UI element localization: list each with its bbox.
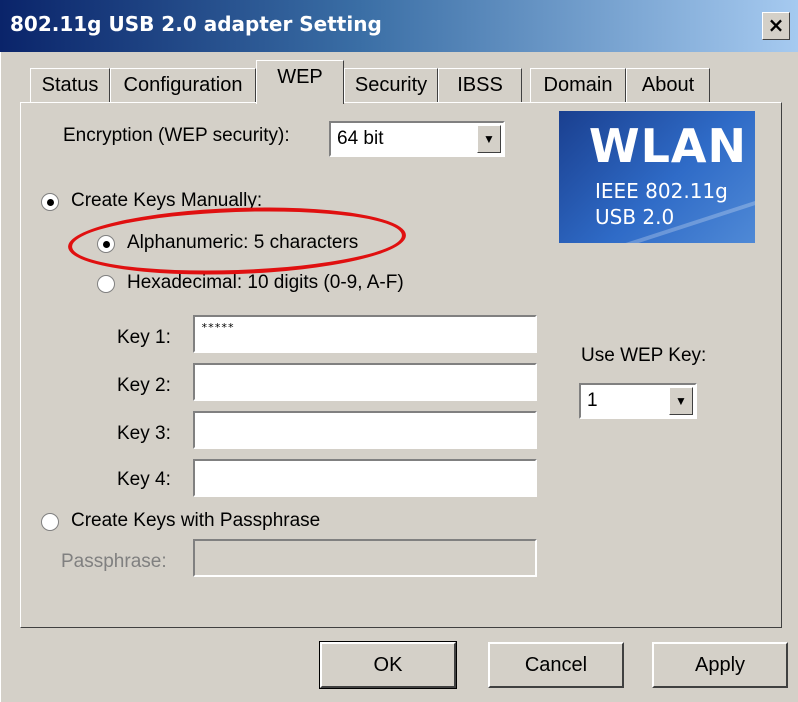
logo-line-1: IEEE 802.11g (595, 179, 728, 203)
use-wep-key-value: 1 (587, 390, 598, 411)
key-1-label: Key 1: (117, 327, 171, 348)
tab-domain[interactable]: Domain (530, 68, 626, 102)
passphrase-field (193, 539, 537, 577)
tab-status[interactable]: Status (30, 68, 110, 102)
encryption-select[interactable]: 64 bit ▼ (329, 121, 505, 157)
hexadecimal-label: Hexadecimal: 10 digits (0-9, A-F) (127, 272, 404, 293)
apply-button[interactable]: Apply (652, 642, 788, 688)
tab-security[interactable]: Security (344, 68, 438, 102)
radio-alphanumeric[interactable] (97, 235, 115, 253)
chevron-down-icon[interactable]: ▼ (669, 387, 693, 415)
encryption-value: 64 bit (337, 128, 384, 149)
radio-create-keys-passphrase[interactable] (41, 513, 59, 531)
passphrase-label: Passphrase: (61, 551, 167, 572)
wep-tab-panel: Encryption (WEP security): 64 bit ▼ WLAN… (20, 102, 782, 628)
wlan-logo: WLAN IEEE 802.11g USB 2.0 (559, 111, 755, 243)
cancel-button[interactable]: Cancel (488, 642, 624, 688)
close-button[interactable]: × (762, 12, 790, 40)
key-4-label: Key 4: (117, 469, 171, 490)
tab-wep[interactable]: WEP (256, 60, 344, 104)
use-wep-key-label: Use WEP Key: (581, 345, 707, 366)
key-2-field[interactable] (193, 363, 537, 401)
window-title: 802.11g USB 2.0 adapter Setting (10, 12, 382, 36)
tab-configuration[interactable]: Configuration (110, 68, 256, 102)
radio-hexadecimal[interactable] (97, 275, 115, 293)
create-keys-manually-label: Create Keys Manually: (71, 190, 263, 211)
logo-brand: WLAN (588, 119, 747, 173)
ok-button[interactable]: OK (319, 641, 457, 689)
chevron-down-icon[interactable]: ▼ (477, 125, 501, 153)
tab-about[interactable]: About (626, 68, 710, 102)
encryption-label: Encryption (WEP security): (63, 125, 290, 146)
key-4-field[interactable] (193, 459, 537, 497)
tab-ibss[interactable]: IBSS (438, 68, 522, 102)
use-wep-key-select[interactable]: 1 ▼ (579, 383, 697, 419)
key-3-label: Key 3: (117, 423, 171, 444)
create-keys-passphrase-label: Create Keys with Passphrase (71, 510, 321, 531)
title-bar: 802.11g USB 2.0 adapter Setting × (0, 0, 798, 52)
key-2-label: Key 2: (117, 375, 171, 396)
logo-line-2: USB 2.0 (595, 205, 675, 229)
key-1-field[interactable]: ***** (193, 315, 537, 353)
radio-create-keys-manually[interactable] (41, 193, 59, 211)
key-3-field[interactable] (193, 411, 537, 449)
alphanumeric-label: Alphanumeric: 5 characters (127, 232, 359, 253)
